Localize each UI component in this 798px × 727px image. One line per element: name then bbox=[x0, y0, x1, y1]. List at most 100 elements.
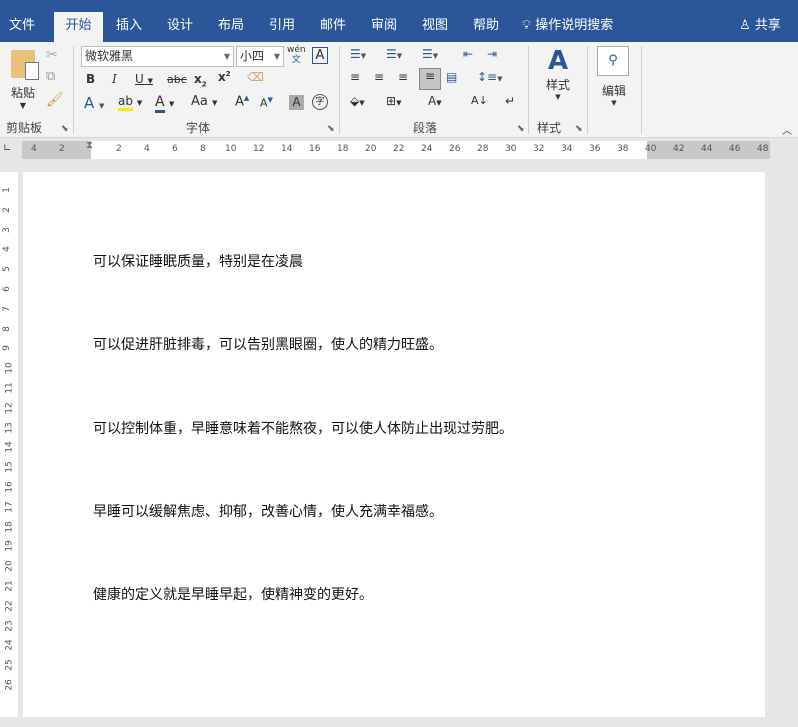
decrease-indent-button[interactable]: ⇤ bbox=[463, 47, 473, 61]
highlight-color-button[interactable]: ab ▼ bbox=[118, 94, 142, 111]
tab-layout[interactable]: 布局 bbox=[210, 12, 252, 42]
tab-view[interactable]: 视图 bbox=[414, 12, 456, 42]
font-color-button[interactable]: A ▼ bbox=[155, 94, 174, 113]
asian-layout-button[interactable]: A▼ bbox=[428, 94, 442, 108]
paragraph[interactable]: 早睡可以缓解焦虑、抑郁，改善心情，使人充满幸福感。 bbox=[93, 501, 443, 521]
sort-button[interactable]: A↓ bbox=[471, 94, 488, 107]
ruler-number: 8 bbox=[200, 144, 206, 154]
tab-review[interactable]: 审阅 bbox=[363, 12, 405, 42]
ruler-number: 15 bbox=[4, 461, 15, 473]
tab-insert[interactable]: 插入 bbox=[108, 12, 150, 42]
strikethrough-button[interactable]: abc bbox=[167, 73, 187, 86]
subscript-button[interactable]: x2 bbox=[194, 72, 207, 88]
bullets-button[interactable]: ☰▼ bbox=[350, 47, 366, 61]
indent-marker-icon[interactable]: ⧗ bbox=[86, 140, 93, 151]
clear-formatting-icon[interactable]: ⌫ bbox=[247, 70, 264, 84]
styles-launcher-icon[interactable]: ⬊ bbox=[575, 124, 583, 134]
font-name-select[interactable]: 微软雅黑 ▼ bbox=[81, 46, 234, 67]
shading-button[interactable]: ⬙▼ bbox=[350, 94, 365, 108]
cut-icon[interactable]: ✂ bbox=[46, 47, 58, 63]
underline-button[interactable]: U ▼ bbox=[135, 72, 153, 86]
ruler-number: 9 bbox=[1, 345, 12, 352]
clipboard-launcher-icon[interactable]: ⬊ bbox=[61, 124, 69, 134]
collapse-ribbon-icon[interactable]: ︿ bbox=[782, 122, 792, 137]
justify-button[interactable]: ≡ bbox=[419, 68, 441, 90]
italic-button[interactable]: I bbox=[112, 72, 117, 86]
horizontal-ruler[interactable]: ⧗ 4 2 2 4 6 8 10 12 14 16 18 20 22 24 26 28 30 32 34 36 38 40… bbox=[22, 140, 770, 159]
change-case-button[interactable]: Aa ▼ bbox=[191, 94, 217, 109]
ruler-number: 18 bbox=[337, 144, 349, 154]
ruler-number: 38 bbox=[617, 144, 629, 154]
ruler-number: 17 bbox=[4, 501, 15, 513]
ruler-number: 6 bbox=[172, 144, 178, 154]
text-effects-button[interactable]: A ▼ bbox=[84, 94, 104, 112]
align-left-button[interactable]: ≡ bbox=[350, 70, 360, 84]
tab-mailings[interactable]: 邮件 bbox=[312, 12, 354, 42]
ruler-number: 12 bbox=[253, 144, 265, 154]
ruler-number: 10 bbox=[4, 362, 15, 374]
ruler-number: 44 bbox=[701, 144, 713, 154]
ruler-number: 25 bbox=[4, 659, 15, 671]
shrink-font-button[interactable]: A▼ bbox=[260, 96, 273, 110]
align-center-button[interactable]: ≡ bbox=[374, 70, 384, 84]
tab-design[interactable]: 设计 bbox=[159, 12, 201, 42]
enclose-characters-button[interactable]: 字 bbox=[312, 94, 328, 110]
format-painter-icon[interactable]: 🖌︎ bbox=[46, 92, 64, 108]
ruler-number: 4 bbox=[31, 144, 37, 154]
tab-help[interactable]: 帮助 bbox=[465, 12, 507, 42]
paragraph-launcher-icon[interactable]: ⬊ bbox=[517, 124, 525, 134]
document-page[interactable]: 可以保证睡眠质量，特别是在凌晨 可以促进肝脏排毒，可以告别黑眼圈，使人的精力旺盛… bbox=[23, 172, 765, 717]
phonetic-guide-button[interactable]: wén 文 bbox=[287, 45, 306, 65]
paragraph[interactable]: 健康的定义就是早睡早起，使精神变的更好。 bbox=[93, 584, 373, 604]
copy-icon[interactable]: ⧉ bbox=[46, 69, 55, 84]
styles-button[interactable]: A 样式 ▼ bbox=[538, 46, 578, 101]
ruler-number: 28 bbox=[477, 144, 489, 154]
ruler-number: 4 bbox=[144, 144, 150, 154]
multilevel-list-button[interactable]: ☰▼ bbox=[422, 47, 438, 61]
share-button[interactable]: ♙ 共享 bbox=[732, 12, 788, 42]
tab-file[interactable]: 文件 bbox=[0, 12, 44, 42]
ruler-number: 36 bbox=[589, 144, 601, 154]
paragraph[interactable]: 可以保证睡眠质量，特别是在凌晨 bbox=[93, 251, 303, 271]
tab-references[interactable]: 引用 bbox=[261, 12, 303, 42]
tab-home[interactable]: 开始 bbox=[54, 12, 103, 42]
person-add-icon: ♙ bbox=[739, 18, 751, 33]
ruler-number: 8 bbox=[1, 325, 12, 332]
character-shading-button[interactable]: A bbox=[289, 95, 304, 110]
vertical-ruler[interactable]: 1 2 3 4 5 6 7 8 9 10 11 12 13 14 15 16 17 18 19 20 21 22 23 24 2… bbox=[0, 172, 18, 717]
ruler-number: 19 bbox=[4, 540, 15, 553]
ruler-number: 6 bbox=[1, 286, 12, 292]
superscript-button[interactable]: x2 bbox=[218, 70, 231, 84]
tell-me-search[interactable]: 💡︎ 操作说明搜索 bbox=[522, 12, 632, 42]
paste-button[interactable]: 粘贴 ▼ bbox=[6, 48, 40, 113]
editing-button[interactable]: ⚲ 编辑 ▼ bbox=[597, 46, 631, 107]
line-spacing-button[interactable]: ↕≡▼ bbox=[477, 70, 503, 84]
borders-button[interactable]: ⊞▼ bbox=[386, 94, 401, 108]
ruler-number: 30 bbox=[505, 144, 517, 154]
ruler-number: 32 bbox=[533, 144, 545, 154]
paragraph[interactable]: 可以促进肝脏排毒，可以告别黑眼圈，使人的精力旺盛。 bbox=[93, 334, 443, 354]
bold-button[interactable]: B bbox=[86, 72, 95, 86]
numbering-button[interactable]: ☰▼ bbox=[386, 47, 402, 61]
ruler-number: 42 bbox=[673, 144, 685, 154]
ruler-number: 40 bbox=[645, 144, 657, 154]
ruler-number: 16 bbox=[4, 481, 15, 493]
paragraph[interactable]: 可以控制体重，早睡意味着不能熬夜，可以使人体防止出现过劳肥。 bbox=[93, 418, 513, 438]
ruler-number: 34 bbox=[561, 144, 573, 154]
character-border-button[interactable]: A bbox=[312, 47, 328, 64]
increase-indent-button[interactable]: ⇥ bbox=[487, 47, 497, 61]
show-marks-button[interactable]: ↵ bbox=[505, 94, 515, 108]
distributed-button[interactable]: ▤ bbox=[446, 70, 457, 84]
align-right-button[interactable]: ≡ bbox=[398, 70, 408, 84]
ruler-number: 24 bbox=[421, 144, 433, 154]
font-launcher-icon[interactable]: ⬊ bbox=[327, 124, 335, 134]
ruler-number: 16 bbox=[309, 144, 321, 154]
ribbon: 粘贴 ▼ ✂ ⧉ 🖌︎ 剪贴板 ⬊ 微软雅黑 ▼ 小四 ▼ wén 文 A B I U… bbox=[0, 42, 798, 138]
ruler-number: 1 bbox=[1, 187, 12, 193]
ruler-number: 12 bbox=[4, 402, 15, 414]
font-size-select[interactable]: 小四 ▼ bbox=[236, 46, 284, 67]
ruler-number: 2 bbox=[116, 144, 122, 154]
grow-font-button[interactable]: A▲ bbox=[235, 94, 249, 109]
ruler-number: 24 bbox=[4, 639, 15, 652]
tab-stop-selector[interactable]: ∟ bbox=[3, 143, 11, 154]
